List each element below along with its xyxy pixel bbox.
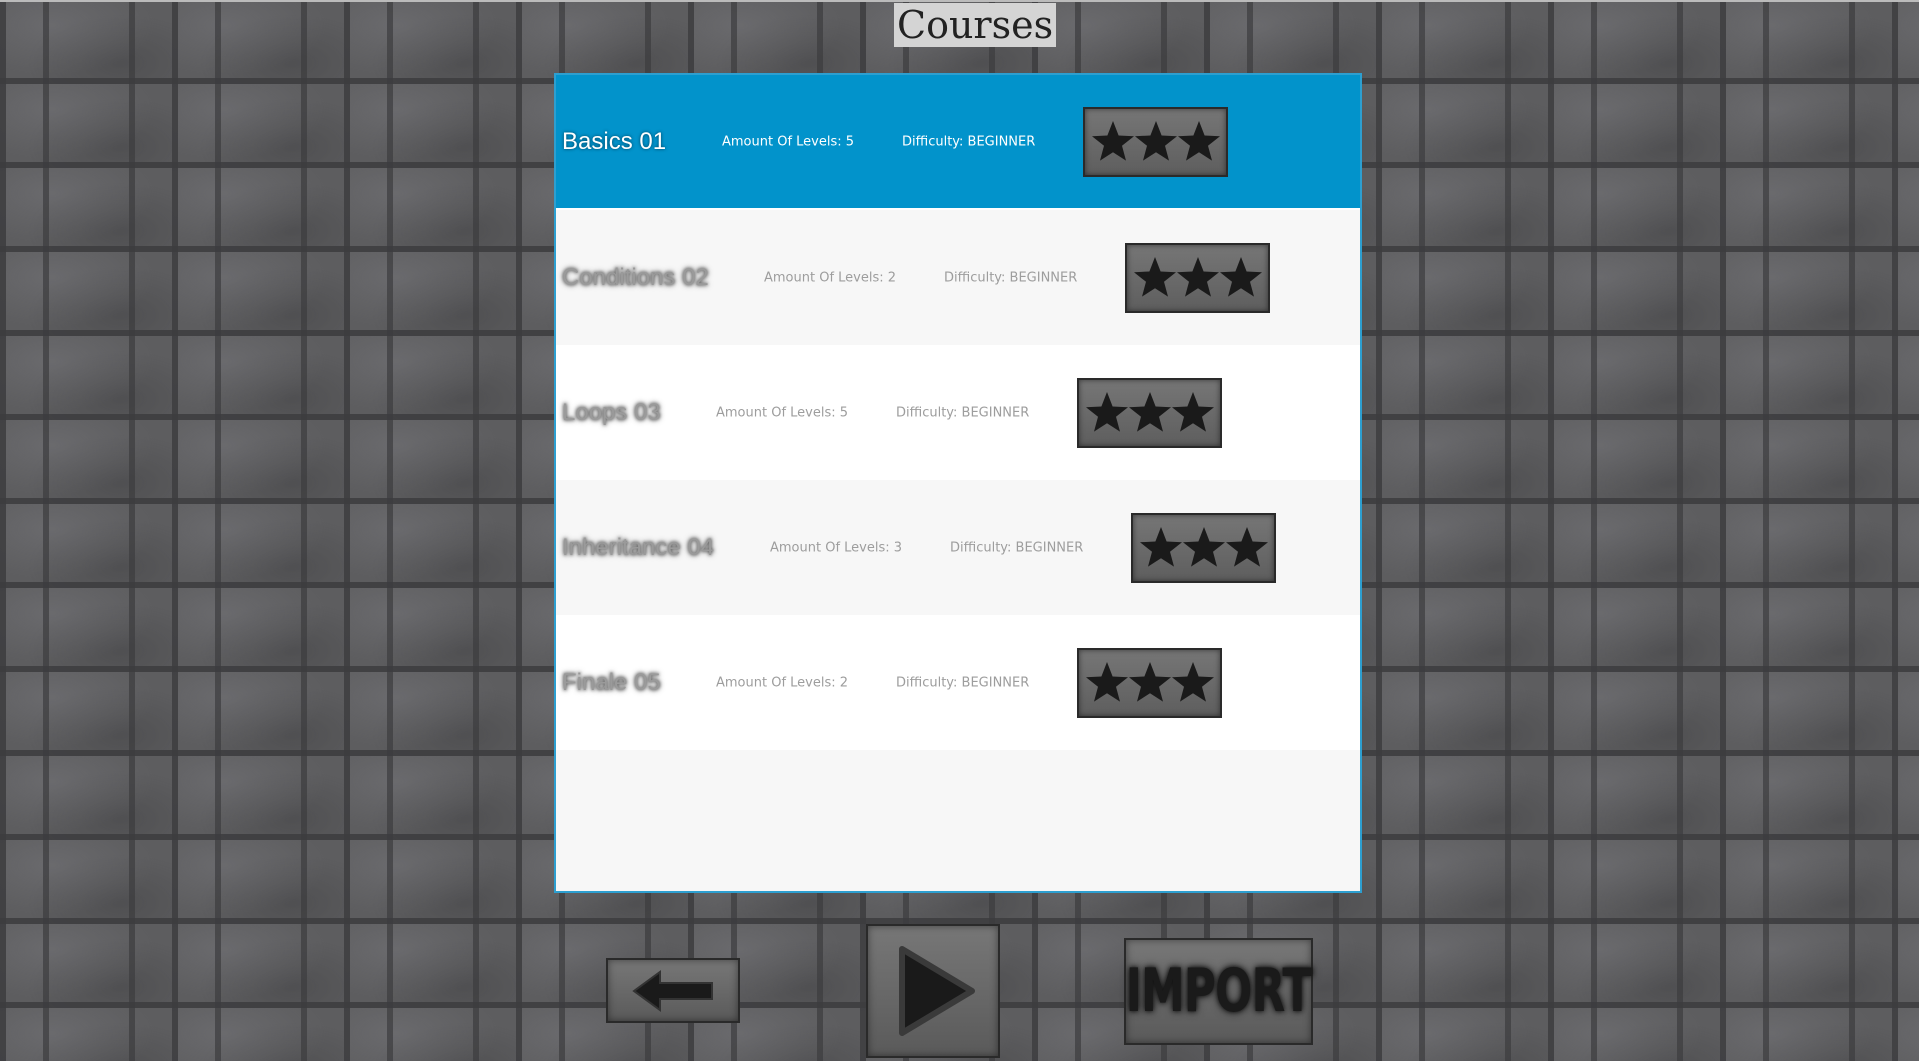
course-levels: Amount Of Levels: 2	[764, 270, 897, 285]
course-row-basics[interactable]: Basics 01 Amount Of Levels: 5 Difficulty…	[556, 75, 1360, 210]
course-name: Loops 03	[562, 398, 661, 426]
star-rating	[1083, 106, 1228, 177]
course-row-finale[interactable]: Finale 05 Amount Of Levels: 2 Difficulty…	[556, 615, 1360, 750]
course-name: Finale 05	[562, 668, 661, 696]
course-difficulty: Difficulty: BEGINNER	[944, 270, 1078, 285]
course-difficulty: Difficulty: BEGINNER	[902, 134, 1036, 149]
three-stars-icon	[1085, 391, 1214, 432]
star-rating	[1077, 647, 1222, 718]
course-difficulty: Difficulty: BEGINNER	[896, 405, 1030, 420]
course-difficulty: Difficulty: BEGINNER	[950, 540, 1084, 555]
star-rating	[1125, 242, 1270, 313]
three-stars-icon	[1085, 661, 1214, 702]
three-stars-icon	[1091, 120, 1220, 161]
back-button[interactable]	[606, 958, 740, 1023]
window-top-edge	[0, 0, 1919, 2]
course-difficulty: Difficulty: BEGINNER	[896, 675, 1030, 690]
course-levels: Amount Of Levels: 2	[716, 675, 849, 690]
three-stars-icon	[1133, 256, 1262, 297]
star-rating	[1131, 512, 1276, 583]
course-name: Basics 01	[562, 127, 667, 155]
arrow-left-icon	[632, 969, 713, 1012]
play-button[interactable]	[866, 924, 1000, 1058]
course-row-loops[interactable]: Loops 03 Amount Of Levels: 5 Difficulty:…	[556, 345, 1360, 480]
course-list[interactable]: Basics 01 Amount Of Levels: 5 Difficulty…	[554, 73, 1362, 893]
import-button[interactable]: IMPORT	[1124, 938, 1313, 1045]
course-row-conditions[interactable]: Conditions 02 Amount Of Levels: 2 Diffic…	[556, 210, 1360, 345]
import-button-label: IMPORT	[1125, 957, 1313, 1026]
course-row-inheritance[interactable]: Inheritance 04 Amount Of Levels: 3 Diffi…	[556, 480, 1360, 615]
page-title: Courses	[894, 3, 1057, 47]
star-rating	[1077, 377, 1222, 448]
course-name: Inheritance 04	[562, 533, 715, 561]
three-stars-icon	[1139, 526, 1268, 567]
course-levels: Amount Of Levels: 3	[770, 540, 903, 555]
course-levels: Amount Of Levels: 5	[722, 134, 855, 149]
course-name: Conditions 02	[562, 263, 709, 291]
play-icon	[899, 946, 975, 1036]
course-levels: Amount Of Levels: 5	[716, 405, 849, 420]
